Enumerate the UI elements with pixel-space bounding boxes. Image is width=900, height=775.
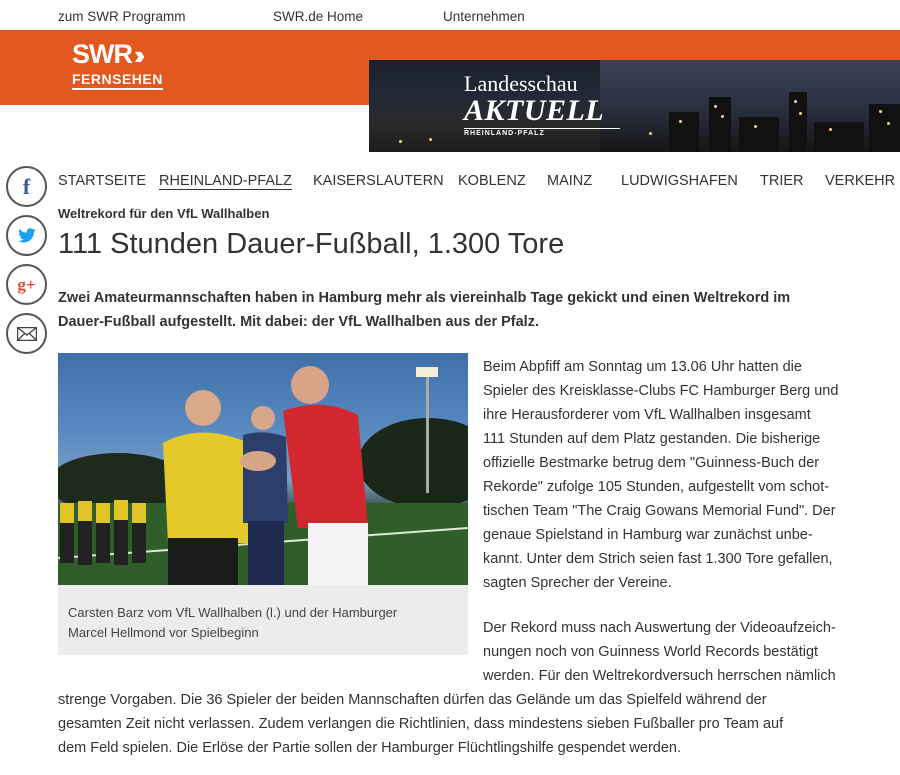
nav-item-rheinland-pfalz[interactable]: RHEINLAND-PFALZ <box>159 173 292 190</box>
article-paragraph-1: Beim Abpfiff am Sonntag um 13.06 Uhr hat… <box>483 355 838 595</box>
article-photo[interactable] <box>58 353 468 585</box>
logo-sub-text: FERNSEHEN <box>72 71 163 90</box>
banner-line3: RHEINLAND-PFALZ <box>464 128 620 137</box>
nav-item-ludwigshafen[interactable]: LUDWIGSHAFEN <box>621 173 738 189</box>
service-nav: zum SWR Programm SWR.de Home Unternehmen <box>0 0 900 30</box>
nav-item-verkehr[interactable]: VERKEHR <box>825 173 895 189</box>
envelope-icon <box>16 326 37 341</box>
article-headline: 111 Stunden Dauer-Fußball, 1.300 Tore <box>58 228 565 260</box>
facebook-share-button[interactable]: f <box>6 166 47 207</box>
paragraph-line: Rekorde" zufolge 105 Stunden, aufgestell… <box>483 479 830 495</box>
caption-line: Marcel Hellmond vor Spielbeginn <box>68 625 259 640</box>
paragraph-line: genaue Spielstand in Hamburg war zunächs… <box>483 527 813 543</box>
paragraph-line: kannt. Unter dem Strich seien fast 1.300… <box>483 551 833 567</box>
paragraph-line: 111 Stunden auf dem Platz gestanden. Die… <box>483 431 821 447</box>
company-link[interactable]: Unternehmen <box>443 9 525 24</box>
facebook-icon: f <box>22 173 31 199</box>
paragraph-line: Beim Abpfiff am Sonntag um 13.06 Uhr hat… <box>483 359 802 375</box>
email-share-button[interactable] <box>6 313 47 354</box>
paragraph-line: ihre Herausforderer vom VfL Wallhalben i… <box>483 407 811 423</box>
landesschau-banner[interactable]: Landesschau AKTUELL RHEINLAND-PFALZ <box>369 60 900 152</box>
paragraph-line: strenge Vorgaben. Die 36 Spieler der bei… <box>58 692 767 708</box>
paragraph-line: Spieler des Kreisklasse-Clubs FC Hamburg… <box>483 383 839 399</box>
paragraph-line: tischen Team "The Craig Gowans Memorial … <box>483 503 836 519</box>
logo-chevron-icon: ›› <box>134 40 146 70</box>
landesschau-logo: Landesschau AKTUELL RHEINLAND-PFALZ <box>464 72 624 137</box>
nav-item-koblenz[interactable]: KOBLENZ <box>458 173 526 189</box>
paragraph-line: Der Rekord muss nach Auswertung der Vide… <box>483 620 836 636</box>
football-players-image <box>58 366 468 585</box>
swr-program-link[interactable]: zum SWR Programm <box>58 9 186 24</box>
paragraph-line: dem Feld spielen. Die Erlöse der Partie … <box>58 740 682 756</box>
twitter-icon <box>17 227 36 242</box>
photo-caption: Carsten Barz vom VfL Wallhalben (l.) und… <box>58 585 468 655</box>
googleplus-icon: g+ <box>17 274 36 294</box>
nav-item-trier[interactable]: TRIER <box>760 173 804 189</box>
main-nav: STARTSEITE RHEINLAND-PFALZ KAISERSLAUTER… <box>58 173 900 193</box>
twitter-share-button[interactable] <box>6 215 47 256</box>
paragraph-line: werden. Für den Weltrekordversuch herrsc… <box>483 668 836 684</box>
article-paragraph-2-wide: strenge Vorgaben. Die 36 Spieler der bei… <box>58 688 783 760</box>
teaser-line: Dauer-Fußball aufgestellt. Mit dabei: de… <box>58 314 539 330</box>
nav-item-kaiserslautern[interactable]: KAISERSLAUTERN <box>313 173 444 189</box>
teaser-line: Zwei Amateurmannschaften haben in Hambur… <box>58 290 791 306</box>
googleplus-share-button[interactable]: g+ <box>6 264 47 305</box>
paragraph-line: offizielle Bestmarke betrug dem "Guinnes… <box>483 455 820 471</box>
nav-item-mainz[interactable]: MAINZ <box>547 173 592 189</box>
banner-line2: AKTUELL <box>464 94 605 127</box>
article-teaser: Zwei Amateurmannschaften haben in Hambur… <box>58 286 868 334</box>
article-paragraph-2-narrow: Der Rekord muss nach Auswertung der Vide… <box>483 616 836 688</box>
swr-fernsehen-logo[interactable]: SWR›› FERNSEHEN <box>72 40 163 90</box>
nav-item-startseite[interactable]: STARTSEITE <box>58 173 146 189</box>
paragraph-line: gesamten Zeit nicht verlassen. Zudem ver… <box>58 716 784 732</box>
banner-line1: Landesschau <box>464 71 578 96</box>
caption-line: Carsten Barz vom VfL Wallhalben (l.) und… <box>68 605 398 620</box>
logo-swr-text: SWR <box>72 39 133 69</box>
swr-home-link[interactable]: SWR.de Home <box>273 9 363 24</box>
paragraph-line: sagten Sprecher der Vereine. <box>483 575 672 591</box>
paragraph-line: nungen noch von Guinness World Records b… <box>483 644 819 660</box>
article-kicker: Weltrekord für den VfL Wallhalben <box>58 206 270 221</box>
